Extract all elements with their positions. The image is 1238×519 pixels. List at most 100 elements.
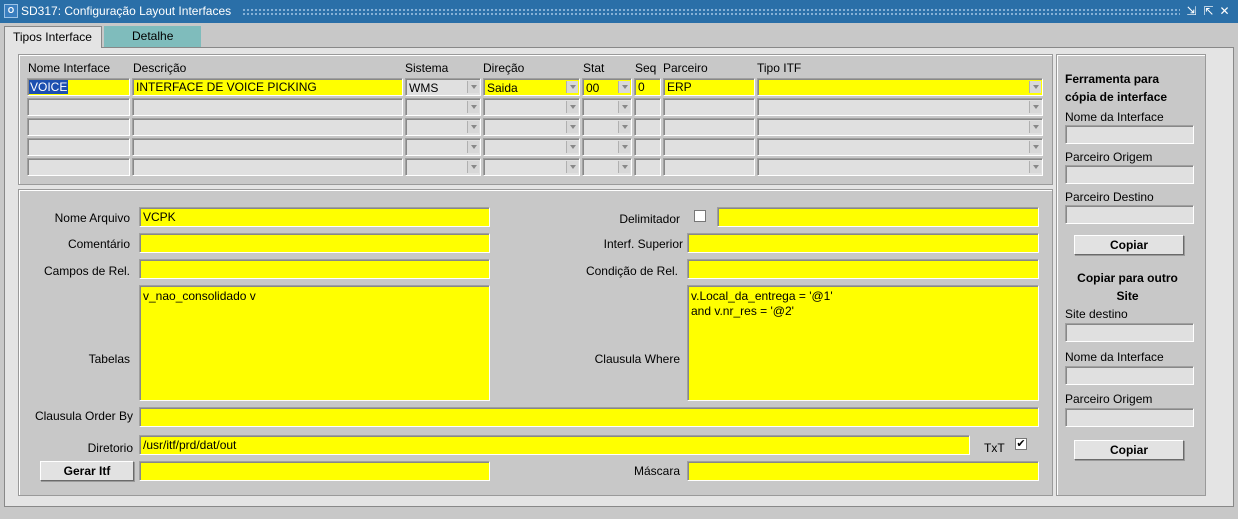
chevron-down-icon[interactable] bbox=[467, 121, 479, 133]
grid-cell-descricao[interactable] bbox=[132, 118, 403, 136]
grid-select-sistema[interactable] bbox=[405, 138, 481, 156]
grid-select-stat[interactable] bbox=[582, 118, 632, 136]
mascara-field[interactable] bbox=[687, 461, 1039, 481]
grid-select-tipo-itf[interactable] bbox=[757, 118, 1043, 136]
chevron-down-icon[interactable] bbox=[467, 81, 479, 93]
col-header-direcao: Direção bbox=[483, 61, 525, 75]
grid-select-stat[interactable] bbox=[582, 158, 632, 176]
grid-cell-seq[interactable]: 0 bbox=[634, 78, 661, 96]
grid-select-tipo-itf[interactable] bbox=[757, 98, 1043, 116]
tool-origem-field[interactable] bbox=[1065, 165, 1194, 184]
comentario-field[interactable] bbox=[139, 233, 490, 253]
grid-select-sistema[interactable]: WMS bbox=[405, 78, 481, 96]
chevron-down-icon[interactable] bbox=[1029, 121, 1041, 133]
minimize-icon[interactable]: ⇲ bbox=[1184, 3, 1199, 19]
grid-select-direcao[interactable]: Saida bbox=[483, 78, 580, 96]
tool-nome2-label: Nome da Interface bbox=[1065, 350, 1164, 364]
chevron-down-icon[interactable] bbox=[467, 161, 479, 173]
grid-select-direcao[interactable] bbox=[483, 118, 580, 136]
close-icon[interactable]: ✕ bbox=[1217, 3, 1232, 19]
chevron-down-icon[interactable] bbox=[566, 81, 578, 93]
chevron-down-icon[interactable] bbox=[566, 101, 578, 113]
grid-select-tipo-itf[interactable] bbox=[757, 158, 1043, 176]
tab-detalhe[interactable]: Detalhe bbox=[104, 26, 201, 48]
grid-cell-seq[interactable] bbox=[634, 158, 661, 176]
chevron-down-icon[interactable] bbox=[467, 141, 479, 153]
chevron-down-icon[interactable] bbox=[618, 161, 630, 173]
grid-select-tipo-itf[interactable] bbox=[757, 78, 1043, 96]
chevron-down-icon[interactable] bbox=[1029, 101, 1041, 113]
gerar-itf-button[interactable]: Gerar Itf bbox=[40, 461, 134, 481]
interf-superior-label: Interf. Superior bbox=[603, 237, 683, 251]
condicao-rel-field[interactable] bbox=[687, 259, 1039, 279]
txt-checkbox[interactable]: ✔ bbox=[1015, 438, 1027, 450]
grid-select-tipo-itf[interactable] bbox=[757, 138, 1043, 156]
grid-select-sistema[interactable] bbox=[405, 158, 481, 176]
delimitador-checkbox[interactable] bbox=[694, 210, 706, 222]
grid-cell-seq[interactable] bbox=[634, 118, 661, 136]
clausula-order-field[interactable] bbox=[139, 407, 1039, 427]
col-header-descricao: Descrição bbox=[133, 61, 187, 75]
chevron-down-icon[interactable] bbox=[618, 81, 630, 93]
grid-cell-nome[interactable] bbox=[27, 118, 130, 136]
grid-select-stat[interactable]: 00 bbox=[582, 78, 632, 96]
chevron-down-icon[interactable] bbox=[566, 141, 578, 153]
site-destino-field[interactable] bbox=[1065, 323, 1194, 342]
interf-superior-field[interactable] bbox=[687, 233, 1039, 253]
grid-select-sistema[interactable] bbox=[405, 118, 481, 136]
grid-cell-descricao[interactable] bbox=[132, 138, 403, 156]
grid-select-direcao[interactable] bbox=[483, 138, 580, 156]
chevron-down-icon[interactable] bbox=[566, 121, 578, 133]
nome-arquivo-label: Nome Arquivo bbox=[54, 211, 130, 225]
campos-rel-label: Campos de Rel. bbox=[43, 264, 130, 278]
tool-origem2-field[interactable] bbox=[1065, 408, 1194, 427]
col-header-sistema: Sistema bbox=[405, 61, 449, 75]
grid-cell-seq[interactable] bbox=[634, 98, 661, 116]
gerar-itf-field[interactable] bbox=[139, 461, 490, 481]
grid-cell-parceiro[interactable]: ERP bbox=[663, 78, 755, 96]
nome-arquivo-field[interactable]: VCPK bbox=[139, 207, 490, 227]
chevron-down-icon[interactable] bbox=[618, 141, 630, 153]
copiar-button[interactable]: Copiar bbox=[1074, 235, 1184, 255]
clausula-where-textarea[interactable]: v.Local_da_entrega = '@1' and v.nr_res =… bbox=[687, 285, 1039, 401]
txt-label: TxT bbox=[984, 441, 1005, 455]
grid-cell-descricao[interactable]: INTERFACE DE VOICE PICKING bbox=[132, 78, 403, 96]
diretorio-label: Diretorio bbox=[87, 441, 133, 455]
grid-select-stat[interactable] bbox=[582, 138, 632, 156]
tool-nome2-field[interactable] bbox=[1065, 366, 1194, 385]
grid-cell-nome[interactable]: VOICE bbox=[27, 78, 130, 96]
oracle-app-icon: O bbox=[4, 4, 18, 18]
tabelas-textarea[interactable]: v_nao_consolidado v bbox=[139, 285, 490, 401]
grid-cell-descricao[interactable] bbox=[132, 158, 403, 176]
tool-destino-field[interactable] bbox=[1065, 205, 1194, 224]
maximize-icon[interactable]: ⇱ bbox=[1201, 3, 1216, 19]
chevron-down-icon[interactable] bbox=[1029, 81, 1041, 93]
chevron-down-icon[interactable] bbox=[1029, 161, 1041, 173]
grid-cell-parceiro[interactable] bbox=[663, 158, 755, 176]
chevron-down-icon[interactable] bbox=[1029, 141, 1041, 153]
tool-nome-field[interactable] bbox=[1065, 125, 1194, 144]
grid-select-direcao[interactable] bbox=[483, 158, 580, 176]
tool-origem2-label: Parceiro Origem bbox=[1065, 392, 1153, 406]
copiar-site-button[interactable]: Copiar bbox=[1074, 440, 1184, 460]
grid-cell-nome[interactable] bbox=[27, 138, 130, 156]
grid-select-stat[interactable] bbox=[582, 98, 632, 116]
grid-cell-nome[interactable] bbox=[27, 158, 130, 176]
diretorio-field[interactable]: /usr/itf/prd/dat/out bbox=[139, 435, 970, 455]
grid-cell-seq[interactable] bbox=[634, 138, 661, 156]
delimitador-field[interactable] bbox=[717, 207, 1039, 227]
chevron-down-icon[interactable] bbox=[566, 161, 578, 173]
grid-select-direcao[interactable] bbox=[483, 98, 580, 116]
grid-cell-parceiro[interactable] bbox=[663, 98, 755, 116]
grid-cell-descricao[interactable] bbox=[132, 98, 403, 116]
campos-rel-field[interactable] bbox=[139, 259, 490, 279]
grid-cell-parceiro[interactable] bbox=[663, 118, 755, 136]
grid-cell-nome[interactable] bbox=[27, 98, 130, 116]
tab-tipos-interface[interactable]: Tipos Interface bbox=[4, 26, 102, 48]
grid-select-sistema[interactable] bbox=[405, 98, 481, 116]
chevron-down-icon[interactable] bbox=[467, 101, 479, 113]
grid-cell-parceiro[interactable] bbox=[663, 138, 755, 156]
tool-nome-label: Nome da Interface bbox=[1065, 110, 1164, 124]
chevron-down-icon[interactable] bbox=[618, 101, 630, 113]
chevron-down-icon[interactable] bbox=[618, 121, 630, 133]
